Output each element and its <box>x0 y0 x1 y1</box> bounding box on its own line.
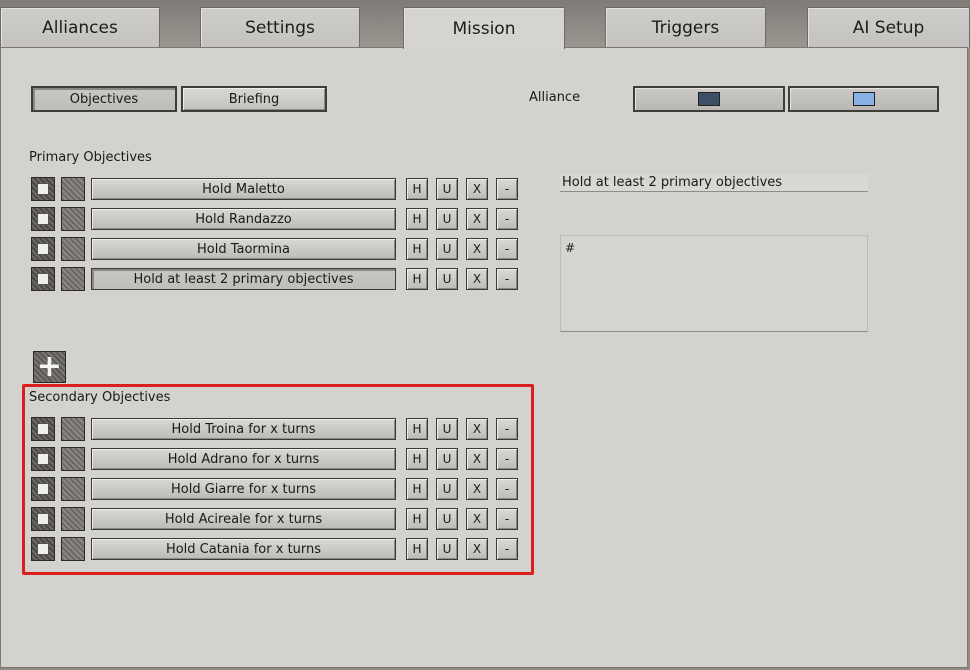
objective-enable-checkbox[interactable] <box>31 417 55 441</box>
objective-remove-button[interactable]: - <box>496 508 518 530</box>
objective-remove-button[interactable]: - <box>496 418 518 440</box>
objective-x-button[interactable]: X <box>466 418 488 440</box>
objective-h-button[interactable]: H <box>406 448 428 470</box>
primary-objectives-title: Primary Objectives <box>29 150 152 165</box>
secondary-objectives-title: Secondary Objectives <box>29 390 171 405</box>
objective-u-button[interactable]: U <box>436 238 458 260</box>
objective-u-button[interactable]: U <box>436 478 458 500</box>
objective-option-checkbox[interactable] <box>61 477 85 501</box>
add-objective-button[interactable]: + <box>33 351 66 383</box>
objective-description-field[interactable]: # <box>560 235 868 332</box>
objective-enable-checkbox[interactable] <box>31 177 55 201</box>
objective-enable-checkbox[interactable] <box>31 237 55 261</box>
objective-remove-button[interactable]: - <box>496 208 518 230</box>
objective-h-button[interactable]: H <box>406 478 428 500</box>
objective-name-button[interactable]: Hold Catania for x turns <box>91 538 396 560</box>
alliance-2-color-swatch <box>852 92 875 106</box>
objective-x-button[interactable]: X <box>466 178 488 200</box>
alliance-label: Alliance <box>529 90 581 105</box>
objective-option-checkbox[interactable] <box>61 537 85 561</box>
objective-x-button[interactable]: X <box>466 238 488 260</box>
objective-option-checkbox[interactable] <box>61 207 85 231</box>
tab-ai-setup[interactable]: AI Setup <box>807 7 970 48</box>
tab-alliances[interactable]: Alliances <box>0 7 160 48</box>
objective-option-checkbox[interactable] <box>61 237 85 261</box>
objective-remove-button[interactable]: - <box>496 178 518 200</box>
primary-objective-row: Hold at least 2 primary objectives H U X… <box>31 267 521 291</box>
objective-option-checkbox[interactable] <box>61 507 85 531</box>
objective-option-checkbox[interactable] <box>61 417 85 441</box>
objective-h-button[interactable]: H <box>406 208 428 230</box>
objective-enable-checkbox[interactable] <box>31 447 55 471</box>
objective-x-button[interactable]: X <box>466 478 488 500</box>
mission-panel <box>0 47 968 668</box>
objective-h-button[interactable]: H <box>406 238 428 260</box>
objective-u-button[interactable]: U <box>436 178 458 200</box>
objective-h-button[interactable]: H <box>406 178 428 200</box>
objective-option-checkbox[interactable] <box>61 267 85 291</box>
tab-settings[interactable]: Settings <box>200 7 360 48</box>
objective-remove-button[interactable]: - <box>496 538 518 560</box>
secondary-objective-row: Hold Catania for x turns H U X - <box>31 537 521 561</box>
objective-remove-button[interactable]: - <box>496 268 518 290</box>
secondary-objective-row: Hold Adrano for x turns H U X - <box>31 447 521 471</box>
objective-name-button[interactable]: Hold Adrano for x turns <box>91 448 396 470</box>
primary-objective-row: Hold Taormina H U X - <box>31 237 521 261</box>
objective-enable-checkbox[interactable] <box>31 207 55 231</box>
objective-name-button-selected[interactable]: Hold at least 2 primary objectives <box>91 268 396 290</box>
objective-name-button[interactable]: Hold Acireale for x turns <box>91 508 396 530</box>
objective-h-button[interactable]: H <box>406 538 428 560</box>
objective-name-button[interactable]: Hold Troina for x turns <box>91 418 396 440</box>
alliance-2-button[interactable] <box>788 86 939 112</box>
secondary-objective-row: Hold Acireale for x turns H U X - <box>31 507 521 531</box>
objective-h-button[interactable]: H <box>406 268 428 290</box>
objective-h-button[interactable]: H <box>406 508 428 530</box>
objective-option-checkbox[interactable] <box>61 177 85 201</box>
plus-icon: + <box>36 349 63 384</box>
objective-enable-checkbox[interactable] <box>31 477 55 501</box>
objective-x-button[interactable]: X <box>466 268 488 290</box>
secondary-objective-row: Hold Troina for x turns H U X - <box>31 417 521 441</box>
objective-enable-checkbox[interactable] <box>31 507 55 531</box>
objective-x-button[interactable]: X <box>466 508 488 530</box>
objective-name-button[interactable]: Hold Giarre for x turns <box>91 478 396 500</box>
alliance-1-button[interactable] <box>633 86 785 112</box>
objective-option-checkbox[interactable] <box>61 447 85 471</box>
tab-mission[interactable]: Mission <box>403 7 565 49</box>
tab-triggers[interactable]: Triggers <box>605 7 766 48</box>
objective-h-button[interactable]: H <box>406 418 428 440</box>
objective-x-button[interactable]: X <box>466 208 488 230</box>
objective-remove-button[interactable]: - <box>496 478 518 500</box>
objective-remove-button[interactable]: - <box>496 448 518 470</box>
objective-u-button[interactable]: U <box>436 508 458 530</box>
objective-name-button[interactable]: Hold Maletto <box>91 178 396 200</box>
objective-u-button[interactable]: U <box>436 208 458 230</box>
objective-u-button[interactable]: U <box>436 448 458 470</box>
objective-u-button[interactable]: U <box>436 418 458 440</box>
briefing-button[interactable]: Briefing <box>181 86 327 112</box>
primary-objective-row: Hold Randazzo H U X - <box>31 207 521 231</box>
objective-name-button[interactable]: Hold Taormina <box>91 238 396 260</box>
objective-x-button[interactable]: X <box>466 448 488 470</box>
objective-name-button[interactable]: Hold Randazzo <box>91 208 396 230</box>
objective-u-button[interactable]: U <box>436 538 458 560</box>
objective-remove-button[interactable]: - <box>496 238 518 260</box>
objective-name-field[interactable]: Hold at least 2 primary objectives <box>560 174 868 192</box>
objective-enable-checkbox[interactable] <box>31 267 55 291</box>
objective-enable-checkbox[interactable] <box>31 537 55 561</box>
secondary-objective-row: Hold Giarre for x turns H U X - <box>31 477 521 501</box>
primary-objective-row: Hold Maletto H U X - <box>31 177 521 201</box>
objective-x-button[interactable]: X <box>466 538 488 560</box>
alliance-1-color-swatch <box>698 92 720 106</box>
objective-u-button[interactable]: U <box>436 268 458 290</box>
objectives-button[interactable]: Objectives <box>31 86 177 112</box>
